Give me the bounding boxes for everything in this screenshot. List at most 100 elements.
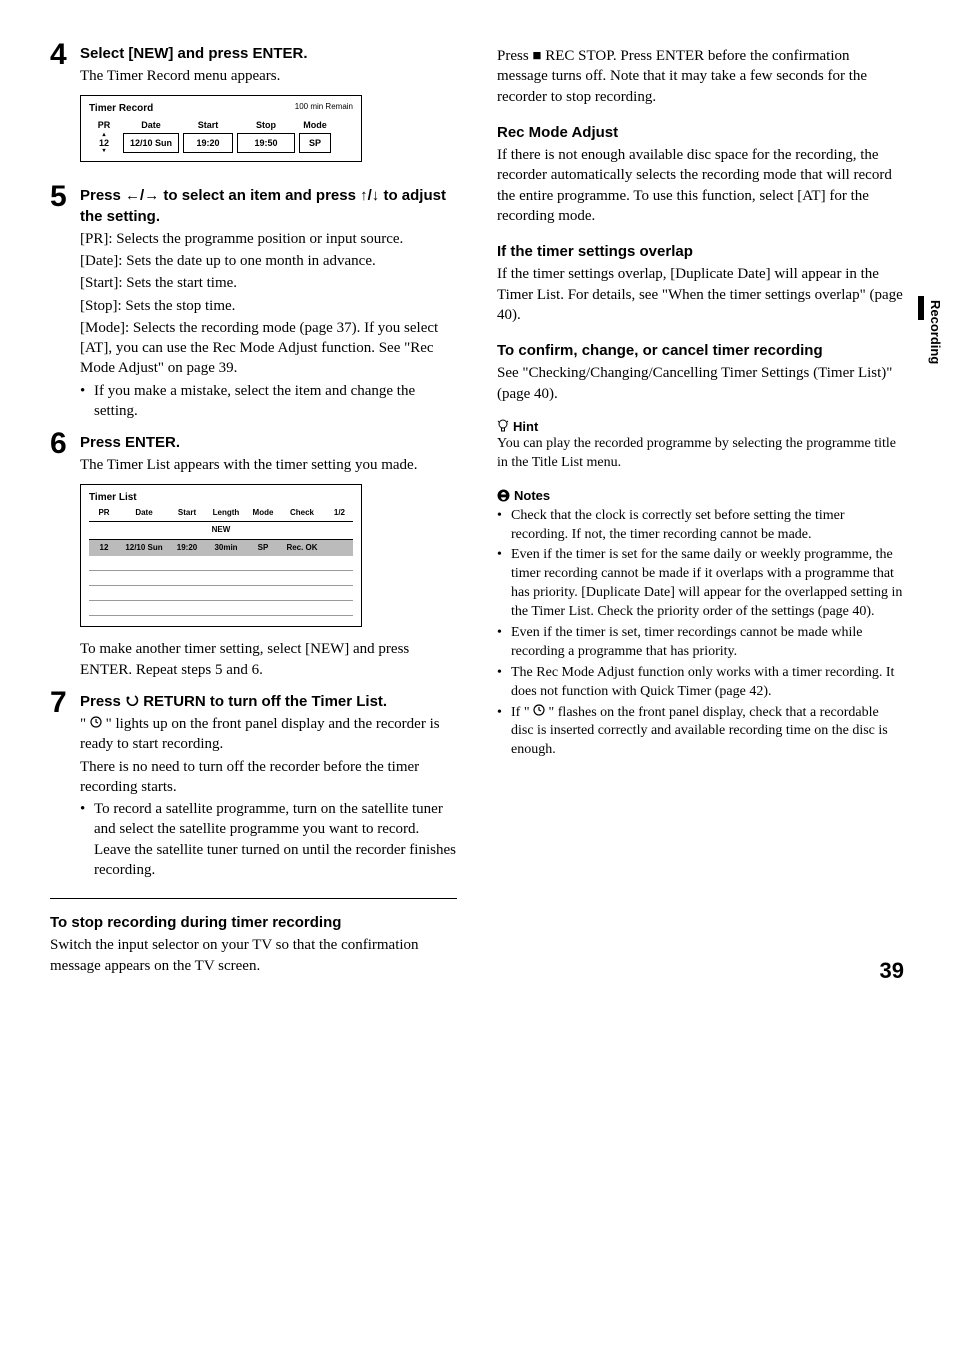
tl-r-check: Rec. OK <box>279 543 325 554</box>
step-6-footer: To make another timer setting, select [N… <box>80 639 457 680</box>
s5-p5: [Mode]: Selects the recording mode (page… <box>80 318 457 379</box>
step-number: 4 <box>50 40 80 70</box>
left-column: 4 Select [NEW] and press ENTER. The Time… <box>50 40 457 976</box>
tl-h-check: Check <box>279 508 325 519</box>
tr-h-stop: Stop <box>235 119 297 131</box>
left-right-arrow-icon: ←/→ <box>125 187 159 204</box>
tr-v-stop: 19:50 <box>237 133 295 153</box>
step-6-head: Press ENTER. <box>80 433 457 453</box>
step-4-sub: The Timer Record menu appears. <box>80 66 457 86</box>
step-4: 4 Select [NEW] and press ENTER. The Time… <box>50 40 457 174</box>
s7-ha: Press <box>80 693 125 710</box>
tr-h-mode: Mode <box>297 119 333 131</box>
s5-p1: [PR]: Selects the programme position or … <box>80 229 457 249</box>
timer-record-remain: 100 min Remain <box>295 102 353 116</box>
page-number: 39 <box>880 956 904 986</box>
tr-h-date: Date <box>121 119 181 131</box>
tl-blank-row <box>89 601 353 616</box>
tl-r-length: 30min <box>205 543 247 554</box>
note-5: If " " flashes on the front panel displa… <box>511 704 904 761</box>
stop-recording-body: Switch the input selector on your TV so … <box>50 935 457 976</box>
bullet-dot: • <box>497 624 511 662</box>
step-7-head: Press RETURN to turn off the Timer List. <box>80 692 457 712</box>
tr-h-start: Start <box>181 119 235 131</box>
clock-icon <box>90 716 102 732</box>
tl-h-date: Date <box>119 508 169 519</box>
divider <box>50 898 457 899</box>
s7-p1a: " <box>80 716 90 732</box>
s5-b1: If you make a mistake, select the item a… <box>94 381 457 422</box>
s7-b1: To record a satellite programme, turn on… <box>94 799 457 880</box>
confirm-body: See "Checking/Changing/Cancelling Timer … <box>497 363 904 404</box>
timer-list-panel: Timer List PR Date Start Length Mode Che… <box>80 484 362 628</box>
rec-mode-head: Rec Mode Adjust <box>497 123 904 143</box>
s7-p2: There is no need to turn off the recorde… <box>80 757 457 798</box>
timer-record-panel: Timer Record 100 min Remain PR Date Star… <box>80 95 362 163</box>
hint-icon <box>497 419 509 433</box>
tr-v-mode: SP <box>299 133 331 153</box>
tl-h-mode: Mode <box>247 508 279 519</box>
note-1: Check that the clock is correctly set be… <box>511 507 904 545</box>
tl-r-date: 12/10 Sun <box>119 543 169 554</box>
step-6: 6 Press ENTER. The Timer List appears wi… <box>50 429 457 680</box>
tl-new-row: NEW <box>89 521 353 540</box>
bullet-dot: • <box>80 381 94 422</box>
up-down-arrow-icon: ↑/↓ <box>360 187 379 204</box>
tl-h-length: Length <box>205 508 247 519</box>
tr-v-date: 12/10 Sun <box>123 133 179 153</box>
step-number: 7 <box>50 688 80 718</box>
step-7: 7 Press RETURN to turn off the Timer Lis… <box>50 688 457 880</box>
note-2: Even if the timer is set for the same da… <box>511 546 904 622</box>
tr-h-pr: PR <box>87 119 121 131</box>
overlap-body: If the timer settings overlap, [Duplicat… <box>497 264 904 325</box>
notes-label: Notes <box>497 487 904 505</box>
step-number: 6 <box>50 429 80 459</box>
tl-r-start: 19:20 <box>169 543 205 554</box>
stop-recording-head: To stop recording during timer recording <box>50 913 457 933</box>
s5-hb: to select an item and press <box>159 187 360 204</box>
bullet-dot: • <box>497 507 511 545</box>
s7-hb: RETURN to turn off the Timer List. <box>139 693 387 710</box>
tr-v-start: 19:20 <box>183 133 233 153</box>
rt-b: REC STOP. Press ENTER before the confirm… <box>497 48 867 105</box>
tl-h-pr: PR <box>89 508 119 519</box>
s5-p4: [Stop]: Sets the stop time. <box>80 296 457 316</box>
step-6-sub: The Timer List appears with the timer se… <box>80 455 457 475</box>
confirm-head: To confirm, change, or cancel timer reco… <box>497 341 904 361</box>
tl-r-pr: 12 <box>89 543 119 554</box>
return-icon <box>125 693 139 710</box>
tl-h-page: 1/2 <box>325 508 345 519</box>
side-accent-bar <box>918 296 924 320</box>
tl-h-start: Start <box>169 508 205 519</box>
tl-blank-row <box>89 556 353 571</box>
s7-p1: " " lights up on the front panel display… <box>80 714 457 755</box>
tr-v-pr: 12 <box>89 137 119 149</box>
bullet-dot: • <box>497 546 511 622</box>
step-5-head: Press ←/→ to select an item and press ↑/… <box>80 186 457 227</box>
s5-p2: [Date]: Sets the date up to one month in… <box>80 251 457 271</box>
bullet-dot: • <box>80 799 94 880</box>
hint-body: You can play the recorded programme by s… <box>497 435 904 473</box>
n5b: " flashes on the front panel display, ch… <box>511 705 888 758</box>
note-3: Even if the timer is set, timer recordin… <box>511 624 904 662</box>
timer-record-title: Timer Record <box>89 102 153 116</box>
n5a: If " <box>511 705 533 720</box>
tl-r-mode: SP <box>247 543 279 554</box>
hint-label: Hint <box>497 418 904 436</box>
clock-icon <box>533 705 545 720</box>
s7-p1b: " lights up on the front panel display a… <box>80 716 440 752</box>
step-4-head: Select [NEW] and press ENTER. <box>80 44 457 64</box>
notes-label-text: Notes <box>514 488 550 503</box>
bullet-dot: • <box>497 664 511 702</box>
step-number: 5 <box>50 182 80 212</box>
hint-label-text: Hint <box>513 419 538 434</box>
section-tab: Recording <box>926 300 944 364</box>
rt-a: Press <box>497 48 532 64</box>
rec-mode-body: If there is not enough available disc sp… <box>497 145 904 226</box>
overlap-head: If the timer settings overlap <box>497 242 904 262</box>
tl-blank-row <box>89 571 353 586</box>
s5-p3: [Start]: Sets the start time. <box>80 273 457 293</box>
step-5: 5 Press ←/→ to select an item and press … <box>50 182 457 421</box>
right-column: Press ■ REC STOP. Press ENTER before the… <box>497 40 904 976</box>
timer-list-title: Timer List <box>81 485 361 507</box>
